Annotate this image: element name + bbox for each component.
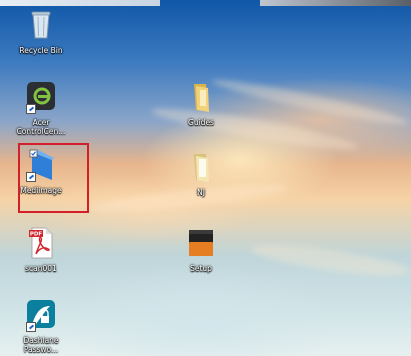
dashlane-label: Dashlane Passwo... — [23, 336, 59, 354]
recycle-bin-label: Recycle Bin — [19, 46, 63, 55]
desktop[interactable]: Recycle Bin Acer ControlCen... Guides Me… — [0, 0, 411, 356]
acer-control-center-shortcut[interactable]: Acer ControlCen... — [6, 80, 76, 136]
acer-control-center-label: Acer ControlCen... — [16, 118, 66, 136]
setup-file[interactable]: Setup — [166, 226, 236, 273]
scan001-file[interactable]: PDF scan001 — [6, 226, 76, 273]
shortcut-arrow-icon — [26, 104, 36, 114]
selection-highlight — [18, 143, 89, 213]
acer-control-center-icon — [24, 80, 58, 114]
recycle-bin-icon — [24, 8, 58, 42]
folder-icon — [184, 150, 218, 184]
top-window-edge — [0, 0, 160, 6]
dashlane-icon — [24, 298, 58, 332]
nj-folder[interactable]: NJ — [166, 150, 236, 197]
guides-folder-label: Guides — [188, 118, 214, 127]
dashlane-shortcut[interactable]: Dashlane Passwo... — [6, 298, 76, 354]
svg-text:PDF: PDF — [30, 232, 43, 238]
folder-icon — [184, 80, 218, 114]
setup-label: Setup — [190, 264, 212, 273]
setup-box-icon — [184, 226, 218, 260]
scan001-label: scan001 — [25, 264, 57, 273]
shortcut-arrow-icon — [26, 322, 36, 332]
nj-folder-label: NJ — [197, 188, 205, 197]
top-right-window-edge — [260, 0, 411, 6]
guides-folder[interactable]: Guides — [166, 80, 236, 127]
cloud-streak — [249, 238, 411, 282]
recycle-bin-shortcut[interactable]: Recycle Bin — [6, 8, 76, 55]
pdf-icon: PDF — [24, 226, 58, 260]
